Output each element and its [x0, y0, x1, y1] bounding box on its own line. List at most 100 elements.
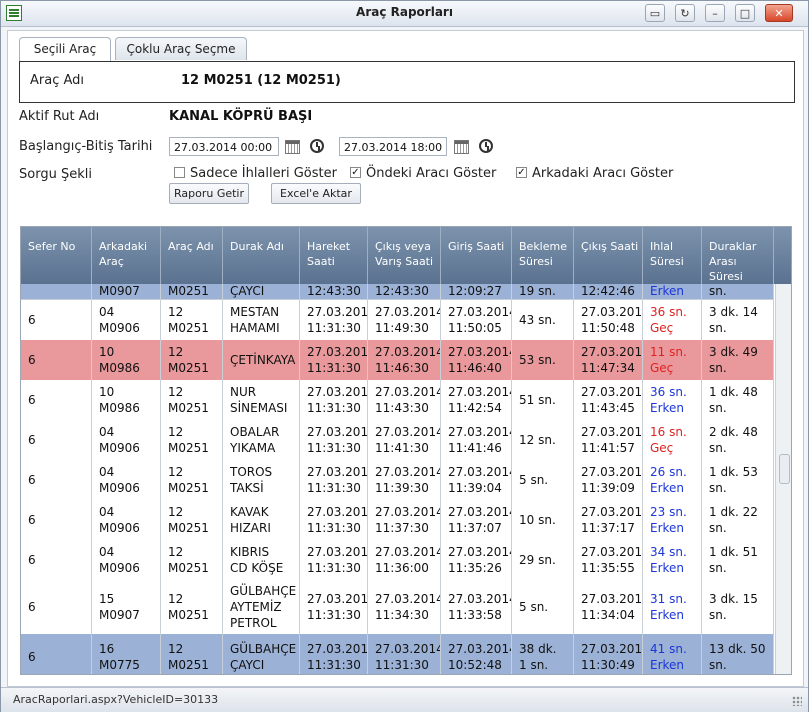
- export-excel-button[interactable]: Excel'e Aktar: [271, 183, 361, 204]
- table-cell-rear-vehicle: 10 M0986: [92, 340, 161, 380]
- table-cell-entry-time: 27.03.2014 11:50:05: [441, 300, 512, 340]
- col-vehicle-name[interactable]: Araç Adı: [161, 227, 223, 284]
- table-cell-violation-time: 36 sn. Geç: [643, 300, 702, 340]
- col-entry-time[interactable]: Giriş Saati: [441, 227, 512, 284]
- table-cell-stop-name: ÇETİNKAYA: [223, 340, 300, 380]
- table-cell-between-stops-time: 1 dk. 53 sn.: [702, 460, 774, 500]
- table-row[interactable]: 6 04 M0906 12 M0251 KIBRIS CD KÖŞE 27.03.201…: [21, 540, 774, 581]
- cell-text: MESTAN HAMAMI: [230, 305, 280, 335]
- cell-text: GÜLBAHÇE AYTEMİZ PETROL: [230, 584, 297, 630]
- vertical-scrollbar[interactable]: [775, 284, 791, 674]
- cell-text: 3 dk. 49 sn.: [709, 345, 758, 375]
- table-row[interactable]: 6 04 M0906 12 M0251 MESTAN HAMAMI 27.03.2014…: [21, 300, 774, 341]
- table-row[interactable]: 6 10 M0986 12 M0251 NUR SİNEMASI 27.03.2014 …: [21, 380, 774, 421]
- table-cell-entry-time: 27.03.2014 11:35:26: [441, 540, 512, 580]
- cell-text: 29 sn.: [519, 553, 556, 567]
- violations-only-checkbox[interactable]: [174, 167, 185, 178]
- table-cell-between-stops-time: 3 dk. 15 sn.: [702, 580, 774, 634]
- table-cell-vehicle-name: 12 M0251: [161, 380, 223, 420]
- cell-text: 12 M0251: [168, 425, 209, 455]
- calendar-icon[interactable]: [285, 140, 300, 154]
- table-row[interactable]: 6 04 M0906 12 M0251 OBALAR YIKAMA 27.03.2014…: [21, 420, 774, 461]
- cell-text: 6: [28, 393, 36, 407]
- table-cell-departure-time: 27.03.2014 11:31:30: [300, 380, 368, 420]
- table-cell-entry-time: 12:09:27: [441, 284, 512, 299]
- tab-selected-vehicle[interactable]: Seçili Araç: [19, 37, 111, 61]
- col-departure-time[interactable]: Hareket Saati: [300, 227, 368, 284]
- cell-text: M0251: [168, 284, 209, 298]
- table-cell-entry-time: 27.03.2014 11:39:04: [441, 460, 512, 500]
- table-cell-rear-vehicle: 04 M0906: [92, 540, 161, 580]
- table-cell-stop-name: ÇAYCI: [223, 284, 300, 299]
- end-date-input[interactable]: 27.03.2014 18:00: [339, 137, 447, 156]
- table-row[interactable]: M0907 M0251 ÇAYCI 12:43:30 12:43:30 12:09:27 1…: [21, 284, 774, 300]
- table-row[interactable]: 6 16 M0775 12 M0251 GÜLBAHÇE ÇAYCI 27.03.201…: [21, 634, 774, 674]
- cell-text: 27.03.2014 11:31:30: [307, 545, 368, 575]
- table-cell-departure-time: 27.03.2014 11:31:30: [300, 340, 368, 380]
- table-cell-exit-time: 27.03.2014 11:34:04: [574, 580, 643, 634]
- col-between-stops-time[interactable]: Duraklar Arası Süresi: [702, 227, 774, 284]
- table-cell-wait-time: 29 sn.: [512, 540, 574, 580]
- maximize-button[interactable]: □: [735, 4, 755, 22]
- table-row[interactable]: 6 04 M0906 12 M0251 TOROS TAKSİ 27.03.2014 1…: [21, 460, 774, 501]
- minimize-button[interactable]: –: [705, 4, 725, 22]
- refresh-button[interactable]: ↻: [675, 4, 695, 22]
- cell-text: 5 sn.: [519, 600, 549, 614]
- start-date-input[interactable]: 27.03.2014 00:00: [169, 137, 279, 156]
- scrollbar-thumb[interactable]: [779, 454, 790, 484]
- col-wait-time[interactable]: Bekleme Süresi: [512, 227, 574, 284]
- table-cell-sefer-no: 6: [21, 460, 92, 500]
- cell-text: 15 M0907: [99, 592, 140, 622]
- table-cell-sefer-no: 6: [21, 300, 92, 340]
- cell-text: 27.03.2014 11:31:30: [307, 425, 368, 455]
- col-stop-name[interactable]: Durak Adı: [223, 227, 300, 284]
- clock-icon[interactable]: [310, 139, 324, 153]
- table-cell-wait-time: 5 sn.: [512, 460, 574, 500]
- table-row[interactable]: 6 04 M0906 12 M0251 KAVAK HIZARI 27.03.2014 …: [21, 500, 774, 541]
- close-button[interactable]: ✕: [765, 4, 793, 22]
- table-cell-exit-arrival-time: 27.03.2014 11:37:30: [368, 500, 441, 540]
- table-cell-sefer-no: 6: [21, 634, 92, 674]
- resize-grip-icon[interactable]: [792, 696, 802, 706]
- report-content: Seçili Araç Çoklu Araç Seçme Araç Adı 12…: [7, 30, 804, 687]
- col-violation-time[interactable]: Ihlal Süresi: [643, 227, 702, 284]
- clock-icon[interactable]: [479, 139, 493, 153]
- col-exit-time[interactable]: Çıkış Saati: [574, 227, 643, 284]
- cell-text: 27.03.2014 10:52:48: [448, 642, 512, 672]
- cell-text: 16 M0775: [99, 642, 140, 672]
- table-cell-vehicle-name: 12 M0251: [161, 540, 223, 580]
- cell-text: 12 M0251: [168, 642, 209, 672]
- table-cell-rear-vehicle: 04 M0906: [92, 460, 161, 500]
- show-rear-vehicle-checkbox[interactable]: ✓: [516, 167, 527, 178]
- pin-button[interactable]: ▭: [645, 4, 665, 22]
- cell-text: 11 sn. Geç: [650, 345, 687, 375]
- table-cell-departure-time: 27.03.2014 11:31:30: [300, 540, 368, 580]
- calendar-icon[interactable]: [454, 140, 469, 154]
- show-front-vehicle-checkbox[interactable]: ✓: [350, 167, 361, 178]
- table-cell-between-stops-time: sn.: [702, 284, 774, 299]
- grid-body: M0907 M0251 ÇAYCI 12:43:30 12:43:30 12:09:27 1…: [21, 284, 774, 674]
- col-rear-vehicle[interactable]: Arkadaki Araç: [92, 227, 161, 284]
- table-cell-departure-time: 12:43:30: [300, 284, 368, 299]
- tab-multi-vehicle[interactable]: Çoklu Araç Seçme: [115, 37, 247, 60]
- table-cell-stop-name: GÜLBAHÇE ÇAYCI: [223, 634, 300, 674]
- table-cell-stop-name: MESTAN HAMAMI: [223, 300, 300, 340]
- get-report-button[interactable]: Raporu Getir: [169, 183, 249, 204]
- cell-text: 16 sn. Geç: [650, 425, 687, 455]
- table-cell-stop-name: KAVAK HIZARI: [223, 500, 300, 540]
- cell-text: KIBRIS CD KÖŞE: [230, 545, 284, 575]
- col-exit-arrival-time[interactable]: Çıkış veya Varış Saati: [368, 227, 441, 284]
- cell-text: 6: [28, 600, 36, 614]
- cell-text: 27.03.2014 11:31:30: [307, 505, 368, 535]
- cell-text: GÜLBAHÇE ÇAYCI: [230, 642, 297, 672]
- minimize-icon: –: [712, 7, 718, 20]
- table-row[interactable]: 6 10 M0986 12 M0251 ÇETİNKAYA 27.03.2014 11:…: [21, 340, 774, 381]
- table-cell-violation-time: 31 sn. Erken: [643, 580, 702, 634]
- cell-text: 04 M0906: [99, 425, 140, 455]
- col-sefer-no[interactable]: Sefer No: [21, 227, 92, 284]
- table-row[interactable]: 6 15 M0907 12 M0251 GÜLBAHÇE AYTEMİZ PETROL…: [21, 580, 774, 635]
- table-cell-vehicle-name: 12 M0251: [161, 580, 223, 634]
- cell-text: 27.03.2014 11:46:40: [448, 345, 512, 375]
- cell-text: 27.03.2014 11:47:34: [581, 345, 643, 375]
- cell-text: 27.03.2014 11:35:55: [581, 545, 643, 575]
